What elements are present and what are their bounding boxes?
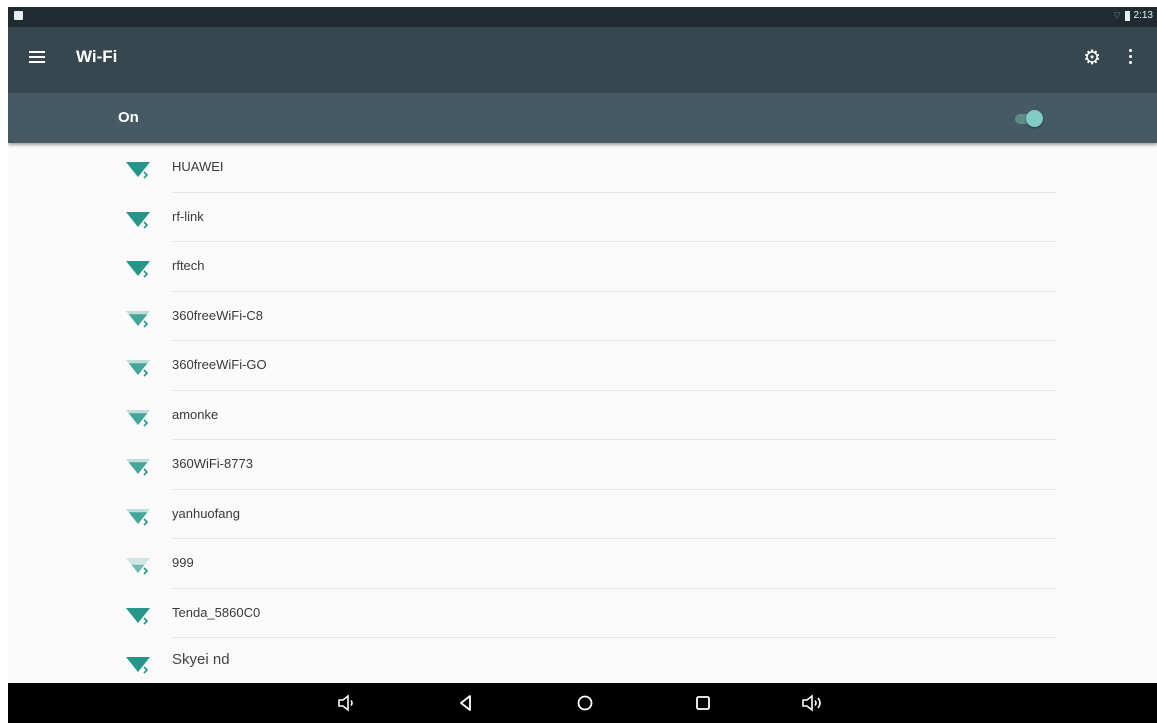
network-ssid: rf-link [172, 208, 204, 224]
home-icon[interactable] [570, 690, 600, 716]
network-ssid: 999 [172, 555, 194, 570]
network-row[interactable]: 360WiFi-8773 [8, 440, 1157, 490]
wifi-signal-icon [125, 605, 151, 625]
network-ssid: yanhuofang [172, 505, 240, 521]
battery-icon [1124, 10, 1130, 21]
volume-up-icon[interactable] [798, 690, 828, 716]
back-icon[interactable] [451, 690, 481, 716]
network-ssid: Tenda_5860C0 [172, 604, 261, 620]
network-row[interactable]: HUAWEI [8, 143, 1157, 193]
network-list: HUAWEI rf-link rftech 360freeWiFi-C8 360free… [8, 143, 1157, 688]
network-row[interactable]: 360freeWiFi-GO [8, 341, 1157, 391]
wifi-signal-icon [125, 506, 151, 526]
android-screen: ▽ 2:13 Wi-Fi ⚙ On HUAWEI rf-link rftech 360… [8, 7, 1157, 723]
network-row[interactable]: Tenda_5860C0 [8, 589, 1157, 638]
network-row[interactable]: rftech [8, 242, 1157, 292]
wifi-signal-icon [125, 159, 151, 179]
network-ssid: 360freeWiFi-GO [172, 357, 267, 372]
recents-icon[interactable] [688, 690, 718, 716]
network-ssid: 360WiFi-8773 [172, 456, 253, 471]
network-ssid: amonke [172, 406, 219, 422]
more-vert-icon[interactable] [1129, 49, 1133, 65]
wifi-signal-icon [125, 308, 151, 328]
network-ssid: 360freeWiFi-C8 [172, 307, 264, 323]
wifi-status-icon: ▽ [1113, 10, 1121, 20]
wifi-signal-icon [125, 654, 151, 674]
network-ssid: HUAWEI [172, 159, 224, 174]
wifi-signal-icon [125, 456, 151, 476]
menu-icon[interactable] [29, 51, 45, 63]
navigation-bar [8, 683, 1157, 723]
gear-icon[interactable]: ⚙ [1083, 45, 1101, 70]
notification-icon [14, 11, 23, 20]
network-row[interactable]: 360freeWiFi-C8 [8, 292, 1157, 341]
app-bar: Wi-Fi ⚙ [8, 27, 1157, 93]
wifi-switch-label: On [118, 109, 139, 126]
network-row[interactable]: 999 [8, 539, 1157, 589]
clock: 2:13 [1133, 10, 1153, 21]
wifi-signal-icon [125, 258, 151, 278]
wifi-signal-icon [125, 357, 151, 377]
network-row[interactable]: yanhuofang [8, 490, 1157, 539]
network-row[interactable]: rf-link [8, 193, 1157, 242]
status-bar: ▽ 2:13 [8, 7, 1157, 27]
network-row[interactable]: Skyei nd [8, 638, 1157, 688]
wifi-signal-icon [125, 407, 151, 427]
wifi-toggle[interactable] [1013, 107, 1043, 129]
wifi-switch-bar[interactable]: On [8, 93, 1157, 143]
status-icons: ▽ 2:13 [1114, 10, 1153, 21]
network-ssid: rftech [172, 258, 205, 273]
wifi-signal-icon [125, 555, 151, 575]
wifi-signal-icon [125, 209, 151, 229]
network-row[interactable]: amonke [8, 391, 1157, 440]
toggle-thumb [1026, 110, 1043, 127]
network-ssid: Skyei nd [172, 651, 230, 668]
page-title: Wi-Fi [76, 47, 118, 66]
volume-down-icon[interactable] [332, 690, 362, 716]
